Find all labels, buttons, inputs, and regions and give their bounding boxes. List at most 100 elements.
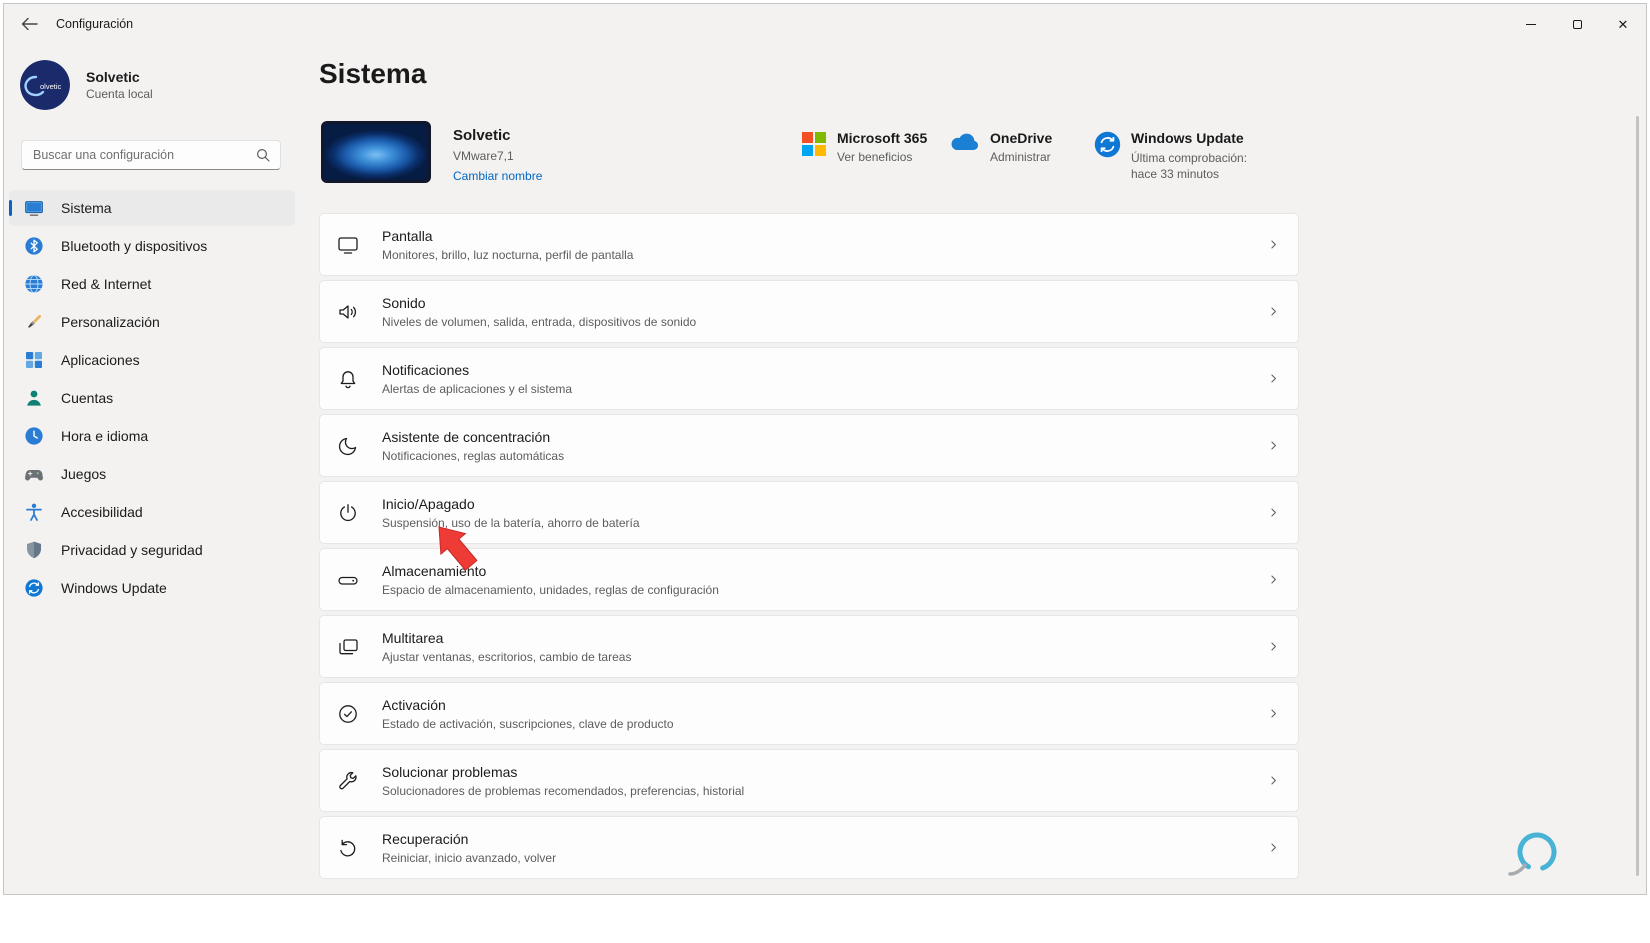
- chevron-right-icon: [1267, 841, 1280, 854]
- activation-check-icon: [336, 702, 360, 726]
- settings-row-inicio-apagado[interactable]: Inicio/Apagado Suspensión, uso de la bat…: [319, 481, 1299, 544]
- network-globe-icon: [24, 274, 44, 294]
- personalization-brush-icon: [24, 312, 44, 332]
- microsoft-365-card[interactable]: Microsoft 365 Ver beneficios: [801, 130, 927, 164]
- microsoft-365-icon: [801, 131, 827, 164]
- power-icon: [336, 501, 360, 525]
- close-button[interactable]: ✕: [1600, 4, 1646, 44]
- setting-title: Pantalla: [382, 227, 433, 244]
- storage-icon: [336, 568, 360, 592]
- bell-icon: [336, 367, 360, 391]
- setting-title: Sonido: [382, 294, 426, 311]
- settings-list: Pantalla Monitores, brillo, luz nocturna…: [319, 213, 1299, 883]
- accessibility-icon: [24, 502, 44, 522]
- sidebar-item-cuentas[interactable]: Cuentas: [9, 380, 295, 416]
- search-box[interactable]: [21, 140, 281, 170]
- setting-title: Inicio/Apagado: [382, 495, 475, 512]
- active-indicator: [9, 200, 12, 216]
- onedrive-card[interactable]: OneDrive Administrar: [948, 130, 1052, 164]
- setting-subtitle: Estado de activación, suscripciones, cla…: [382, 716, 674, 731]
- rename-device-link[interactable]: Cambiar nombre: [453, 169, 542, 183]
- sidebar-item-windows-update[interactable]: Windows Update: [9, 570, 295, 606]
- main-content: Sistema Solvetic VMware7,1 Cambiar nombr…: [304, 44, 1646, 894]
- sidebar-item-accesibilidad[interactable]: Accesibilidad: [9, 494, 295, 530]
- sidebar-item-sistema[interactable]: Sistema: [9, 190, 295, 226]
- sidebar-item-bluetooth[interactable]: Bluetooth y dispositivos: [9, 228, 295, 264]
- display-icon: [336, 233, 360, 257]
- recovery-icon: [336, 836, 360, 860]
- sidebar-item-juegos[interactable]: Juegos: [9, 456, 295, 492]
- search-input[interactable]: [22, 141, 256, 169]
- sidebar-item-label: Hora e idioma: [61, 428, 149, 444]
- chevron-right-icon: [1267, 372, 1280, 385]
- chevron-right-icon: [1267, 640, 1280, 653]
- wrench-icon: [336, 769, 360, 793]
- settings-row-multitarea[interactable]: Multitarea Ajustar ventanas, escritorios…: [319, 615, 1299, 678]
- apps-icon: [24, 350, 44, 370]
- maximize-button[interactable]: [1554, 4, 1600, 44]
- settings-row-recuperacion[interactable]: Recuperación Reiniciar, inicio avanzado,…: [319, 816, 1299, 879]
- sidebar-item-hora-idioma[interactable]: Hora e idioma: [9, 418, 295, 454]
- chevron-right-icon: [1267, 707, 1280, 720]
- gamepad-icon: [24, 464, 44, 484]
- screenshot-stage: Configuración ✕ olvetic Solvetic Cuenta …: [0, 0, 1650, 943]
- titlebar: Configuración ✕: [4, 4, 1646, 44]
- chevron-right-icon: [1267, 439, 1280, 452]
- settings-row-almacenamiento[interactable]: Almacenamiento Espacio de almacenamiento…: [319, 548, 1299, 611]
- chevron-right-icon: [1267, 238, 1280, 251]
- sidebar-item-red-internet[interactable]: Red & Internet: [9, 266, 295, 302]
- sidebar-item-label: Accesibilidad: [61, 504, 143, 520]
- windows-update-badge-icon: [1094, 131, 1121, 182]
- user-name: Solvetic: [86, 69, 140, 85]
- svg-text:olvetic: olvetic: [40, 82, 62, 91]
- sidebar-item-label: Juegos: [61, 466, 107, 482]
- device-header: Solvetic VMware7,1 Cambiar nombre: [321, 121, 542, 183]
- sidebar: olvetic Solvetic Cuenta local Buscar una…: [4, 44, 304, 894]
- back-button[interactable]: [10, 9, 48, 39]
- quick-card-subtitle: Última comprobación: hace 33 minutos: [1131, 151, 1248, 182]
- settings-row-notificaciones[interactable]: Notificaciones Alertas de aplicaciones y…: [319, 347, 1299, 410]
- solvetic-watermark-icon: [1501, 826, 1565, 890]
- windows-update-icon: [24, 578, 44, 598]
- chevron-right-icon: [1267, 573, 1280, 586]
- onedrive-cloud-icon: [948, 131, 980, 164]
- settings-row-sonido[interactable]: Sonido Niveles de volumen, salida, entra…: [319, 280, 1299, 343]
- user-account-block: olvetic Solvetic Cuenta local: [4, 44, 304, 110]
- setting-title: Almacenamiento: [382, 562, 487, 579]
- moon-icon: [336, 434, 360, 458]
- setting-title: Solucionar problemas: [382, 763, 518, 780]
- settings-row-pantalla[interactable]: Pantalla Monitores, brillo, luz nocturna…: [319, 213, 1299, 276]
- windows-update-card[interactable]: Windows Update Última comprobación: hace…: [1094, 130, 1273, 182]
- sidebar-item-privacidad[interactable]: Privacidad y seguridad: [9, 532, 295, 568]
- device-model: VMware7,1: [453, 149, 514, 163]
- setting-subtitle: Espacio de almacenamiento, unidades, reg…: [382, 582, 719, 597]
- scrollbar[interactable]: [1636, 116, 1639, 876]
- bluetooth-icon: [24, 236, 44, 256]
- settings-row-activacion[interactable]: Activación Estado de activación, suscrip…: [319, 682, 1299, 745]
- setting-title: Multitarea: [382, 629, 444, 646]
- sidebar-item-aplicaciones[interactable]: Aplicaciones: [9, 342, 295, 378]
- setting-subtitle: Niveles de volumen, salida, entrada, dis…: [382, 314, 697, 329]
- sidebar-item-label: Windows Update: [61, 580, 167, 596]
- sidebar-item-label: Sistema: [61, 200, 112, 216]
- minimize-button[interactable]: [1508, 4, 1554, 44]
- setting-title: Notificaciones: [382, 361, 470, 378]
- sidebar-nav: Sistema Bluetooth y dispositivos Red & I…: [9, 190, 295, 608]
- account-type: Cuenta local: [86, 87, 153, 101]
- settings-row-solucionar-problemas[interactable]: Solucionar problemas Solucionadores de p…: [319, 749, 1299, 812]
- device-wallpaper-thumbnail: [321, 121, 431, 183]
- settings-row-asistente-concentracion[interactable]: Asistente de concentración Notificacione…: [319, 414, 1299, 477]
- back-arrow-icon: [21, 17, 38, 31]
- sidebar-item-label: Personalización: [61, 314, 160, 330]
- setting-subtitle: Notificaciones, reglas automáticas: [382, 448, 565, 463]
- page-title: Sistema: [319, 58, 427, 89]
- sidebar-item-label: Bluetooth y dispositivos: [61, 238, 208, 254]
- setting-title: Asistente de concentración: [382, 428, 551, 445]
- sidebar-item-label: Aplicaciones: [61, 352, 140, 368]
- setting-title: Recuperación: [382, 830, 469, 847]
- sidebar-item-personalizacion[interactable]: Personalización: [9, 304, 295, 340]
- sidebar-item-label: Red & Internet: [61, 276, 152, 292]
- chevron-right-icon: [1267, 774, 1280, 787]
- setting-subtitle: Solucionadores de problemas recomendados…: [382, 783, 745, 798]
- avatar: olvetic: [20, 60, 70, 110]
